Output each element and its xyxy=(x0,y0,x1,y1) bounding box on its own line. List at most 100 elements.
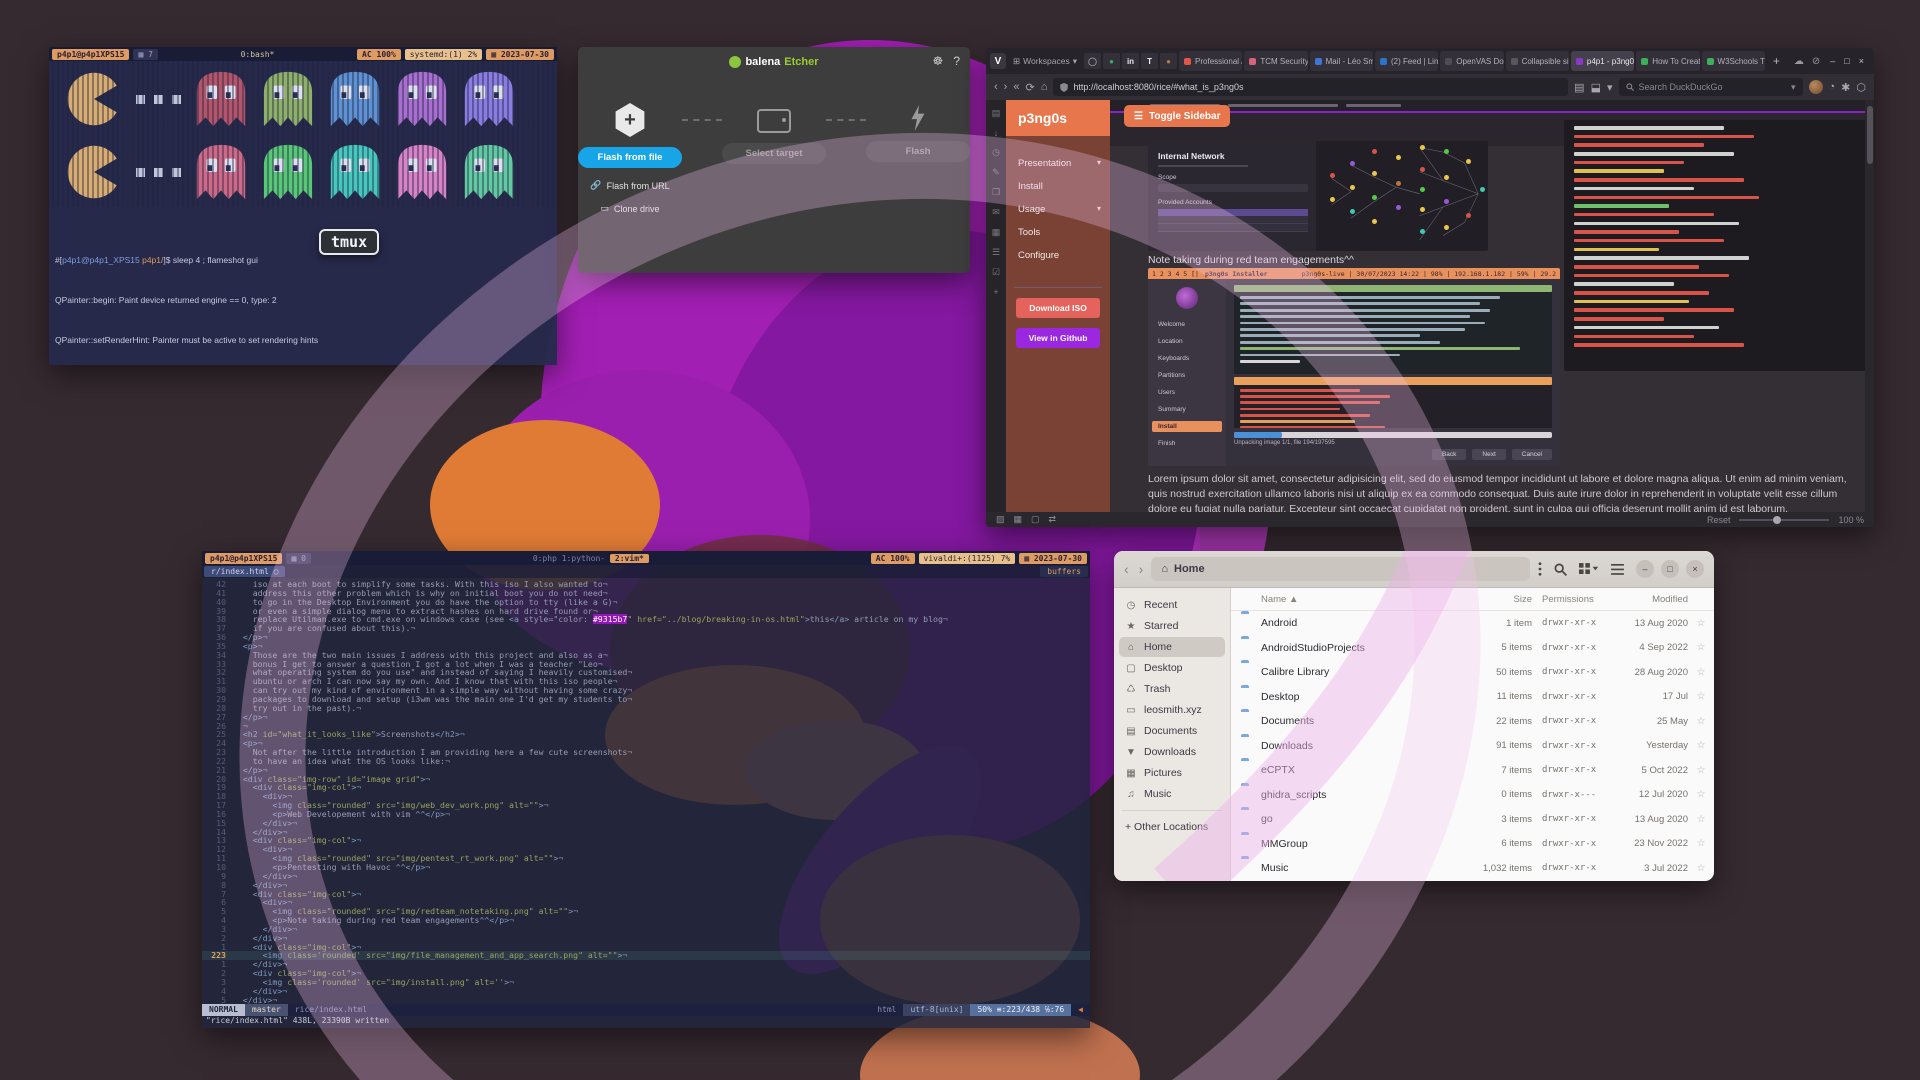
capture-icon[interactable]: ⬓ xyxy=(1591,81,1601,94)
zoom-slider[interactable] xyxy=(1739,519,1829,521)
panel-icon[interactable]: ↓ xyxy=(994,128,999,138)
path-bar[interactable]: ⌂ Home xyxy=(1151,557,1530,581)
site-nav-item[interactable]: Install xyxy=(1018,181,1110,192)
flash-button[interactable]: Flash xyxy=(866,141,970,162)
pinned-tab[interactable]: T xyxy=(1141,53,1158,69)
sidebar-item[interactable]: ★ Starred xyxy=(1119,616,1225,636)
browser-tab[interactable]: W3Schools Tryit Ed... xyxy=(1702,51,1765,71)
panel-icon[interactable]: ✉ xyxy=(992,207,1000,218)
file-row[interactable]: MMGroup 6 items drwxr-xr-x 23 Nov 2022 ☆ xyxy=(1231,832,1714,857)
sidebar-item-other-locations[interactable]: + Other Locations xyxy=(1119,817,1225,837)
zoom-slider-knob[interactable] xyxy=(1773,516,1781,524)
panel-icon[interactable]: ❐ xyxy=(992,187,1000,198)
site-nav-item[interactable]: Tools xyxy=(1018,227,1110,238)
back-button[interactable]: ‹ xyxy=(1124,561,1129,577)
file-row[interactable]: Android 1 item drwxr-xr-x 13 Aug 2020 ☆ xyxy=(1231,611,1714,636)
minimize-button[interactable]: – xyxy=(1636,560,1654,578)
star-toggle-icon[interactable]: ☆ xyxy=(1688,838,1714,849)
sidebar-item[interactable]: ▦ Pictures xyxy=(1119,763,1225,783)
file-row[interactable]: AndroidStudioProjects 5 items drwxr-xr-x… xyxy=(1231,636,1714,661)
file-row[interactable]: Music 1,032 items drwxr-xr-x 3 Jul 2022 … xyxy=(1231,856,1714,881)
pinned-tab[interactable]: ● xyxy=(1160,53,1177,69)
workspaces-button[interactable]: ⊞ Workspaces ▾ xyxy=(1008,56,1082,67)
extension-icon[interactable]: ✱ xyxy=(1841,81,1850,94)
file-row[interactable]: Documents 22 items drwxr-xr-x 25 May ☆ xyxy=(1231,709,1714,734)
caret-down-icon[interactable]: ▾ xyxy=(1607,81,1613,94)
sidebar-item[interactable]: ▭ leosmith.xyz xyxy=(1119,700,1225,720)
star-toggle-icon[interactable]: ☆ xyxy=(1688,789,1714,800)
view-grid-icon[interactable] xyxy=(1579,563,1599,575)
scrollbar-thumb[interactable] xyxy=(1867,106,1873,164)
address-bar[interactable]: http://localhost:8080/rice/#what_is_p3ng… xyxy=(1053,78,1568,96)
sidebar-item[interactable]: ⌂ Home xyxy=(1119,637,1225,657)
column-size[interactable]: Size xyxy=(1468,594,1532,605)
download-iso-button[interactable]: Download ISO xyxy=(1016,298,1100,318)
files-headerbar[interactable]: ‹ › ⌂ Home – □ xyxy=(1114,551,1714,588)
help-icon[interactable]: ? xyxy=(953,54,960,68)
sidebar-item[interactable]: ▼ Downloads xyxy=(1119,742,1225,762)
browser-tab[interactable]: How To Create a R... xyxy=(1636,51,1699,71)
panel-icon[interactable]: + xyxy=(993,287,998,297)
minimize-button[interactable]: – xyxy=(1830,56,1835,66)
zoom-reset-label[interactable]: Reset xyxy=(1707,515,1731,525)
forward-button[interactable]: › xyxy=(1004,81,1008,93)
star-toggle-icon[interactable]: ☆ xyxy=(1688,691,1714,702)
sidebar-item[interactable]: ◷ Recent xyxy=(1119,595,1225,615)
view-github-button[interactable]: View in Github xyxy=(1016,328,1100,348)
star-toggle-icon[interactable]: ☆ xyxy=(1688,618,1714,629)
etcher-titlebar[interactable]: balenaEtcher ☸ ? xyxy=(578,47,970,77)
maximize-button[interactable]: □ xyxy=(1844,56,1849,66)
buffer-tab[interactable]: r/index.html ○ xyxy=(204,566,285,577)
site-nav-item[interactable]: Usage▾ xyxy=(1018,204,1110,215)
browser-tab[interactable]: p4p1 - p3ng0s Docum xyxy=(1571,51,1634,71)
star-toggle-icon[interactable]: ☆ xyxy=(1688,814,1714,825)
vim-code-area[interactable]: 42 iso at each boot to simplify some tas… xyxy=(202,578,1090,1004)
tmux-statusbar[interactable]: p4p1@p4p1XPS15 ▦ 0 0:php 1:python- 2:vim… xyxy=(202,551,1090,565)
maximize-button[interactable]: □ xyxy=(1661,560,1679,578)
sync-cloud-icon[interactable]: ☁ xyxy=(1794,56,1804,67)
file-row[interactable]: nuclei_templates 31 items drwxr-xr-x 17 … xyxy=(1231,881,1714,882)
site-nav-item[interactable]: Configure xyxy=(1018,250,1110,261)
search-icon[interactable] xyxy=(1554,563,1567,576)
statusbar-icon[interactable]: ▧ xyxy=(996,514,1005,525)
panel-icon[interactable]: ☑ xyxy=(992,267,1000,278)
file-row[interactable]: Calibre Library 50 items drwxr-xr-x 28 A… xyxy=(1231,660,1714,685)
pinned-tab[interactable]: in xyxy=(1122,53,1139,69)
panel-icon[interactable]: ▦ xyxy=(992,227,1001,238)
hamburger-menu-icon[interactable] xyxy=(1611,564,1624,575)
rewind-button[interactable]: « xyxy=(1013,81,1019,93)
flash-from-url-link[interactable]: 🔗Flash from URL xyxy=(590,180,669,191)
site-nav-item[interactable]: Presentation▾ xyxy=(1018,158,1110,169)
browser-tab[interactable]: Mail - Léo Smith - ... xyxy=(1310,51,1373,71)
toggle-sidebar-button[interactable]: ☰ Toggle Sidebar xyxy=(1124,105,1230,127)
profile-avatar[interactable] xyxy=(1809,80,1823,94)
page-scrollbar[interactable] xyxy=(1865,100,1874,512)
back-button[interactable]: ‹ xyxy=(994,81,998,93)
settings-gear-icon[interactable]: ☸ xyxy=(933,54,944,68)
browser-tab[interactable]: (2) Feed | LinkedIn xyxy=(1375,51,1438,71)
search-field[interactable]: Search DuckDuckGo ▾ xyxy=(1619,78,1803,96)
panel-icon[interactable]: ☰ xyxy=(992,247,1000,258)
panel-icon[interactable]: ▤ xyxy=(992,108,1001,119)
sidebar-item[interactable]: ♺ Trash xyxy=(1119,679,1225,699)
star-toggle-icon[interactable]: ☆ xyxy=(1688,716,1714,727)
flash-from-file-button[interactable]: Flash from file xyxy=(578,147,682,168)
list-column-headers[interactable]: Name ▲ Size Permissions Modified xyxy=(1231,588,1714,611)
browser-tab[interactable]: OpenVAS Docker-c... xyxy=(1440,51,1503,71)
tmux-statusbar[interactable]: p4p1@p4p1XPS15 ▦ 7 0:bash* AC 100% syste… xyxy=(49,47,557,61)
pinned-tab[interactable]: ● xyxy=(1103,53,1120,69)
new-tab-button[interactable]: + xyxy=(1767,54,1786,68)
column-permissions[interactable]: Permissions xyxy=(1532,594,1612,605)
browser-tab[interactable]: Collapsible sidebar... xyxy=(1506,51,1569,71)
clone-drive-link[interactable]: ▭Clone drive xyxy=(600,203,659,214)
star-toggle-icon[interactable]: ☆ xyxy=(1688,863,1714,874)
close-button[interactable]: × xyxy=(1686,560,1704,578)
sidebar-item[interactable]: ♫ Music xyxy=(1119,784,1225,804)
file-row[interactable]: Downloads 91 items drwxr-xr-x Yesterday … xyxy=(1231,734,1714,759)
reload-button[interactable]: ⟳ xyxy=(1025,81,1034,94)
sidebar-item[interactable]: ▤ Documents xyxy=(1119,721,1225,741)
extension-icon[interactable]: ⬡ xyxy=(1856,81,1866,94)
statusbar-icon[interactable]: ▢ xyxy=(1031,514,1040,525)
file-row[interactable]: Desktop 11 items drwxr-xr-x 17 Jul ☆ xyxy=(1231,685,1714,710)
browser-tab[interactable]: TCM Security, Inc. xyxy=(1244,51,1307,71)
